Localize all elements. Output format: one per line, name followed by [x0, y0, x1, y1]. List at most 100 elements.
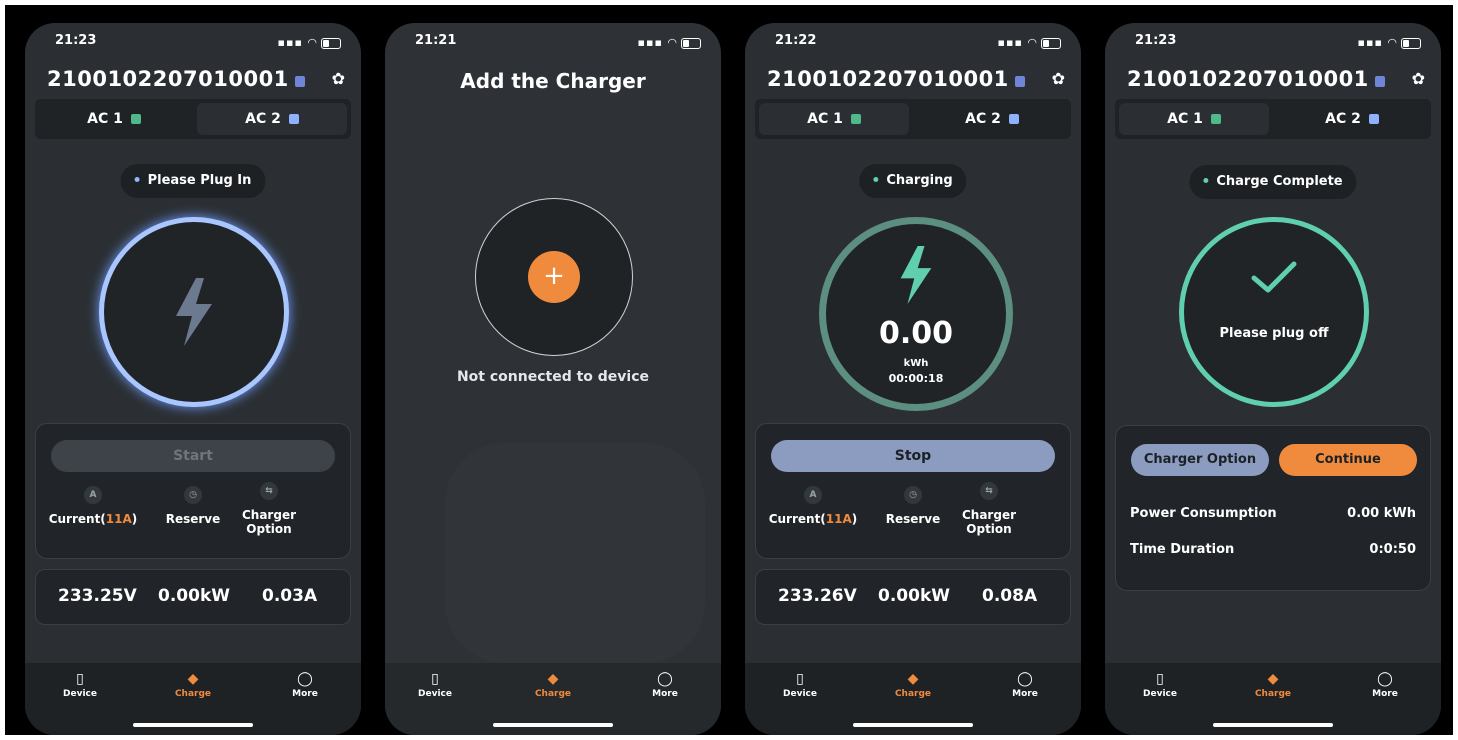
nav-charge[interactable]: ◆ Charge — [513, 669, 593, 699]
nav-device[interactable]: ▯ Device — [760, 669, 840, 699]
home-indicator — [493, 723, 613, 727]
energy-value: 0.00 — [878, 316, 954, 351]
nav-device-label: Device — [1143, 689, 1177, 699]
bottom-tab-bar: ▯ Device ◆ Charge ◯ More — [25, 663, 361, 735]
summary-panel: Charger Option Continue Power Consumptio… — [1115, 425, 1431, 591]
phone-screen-plug-in: 21:23 ▪▪▪ ◠ 2100102207010001 ✿ AC 1 AC 2… — [25, 23, 361, 735]
nav-device[interactable]: ▯ Device — [1120, 669, 1200, 699]
nav-device-label: Device — [783, 689, 817, 699]
reserve-option[interactable]: ◷ Reserve — [878, 486, 948, 526]
tab-ac2[interactable]: AC 2 — [917, 103, 1067, 135]
page-title: Add the Charger — [460, 69, 646, 93]
stop-button[interactable]: Stop — [771, 440, 1055, 472]
status-bar: 21:22 ▪▪▪ ◠ — [745, 33, 1081, 53]
status-text: Charging — [886, 173, 953, 188]
clock-icon: ◷ — [184, 486, 202, 504]
device-icon: ▯ — [431, 671, 439, 687]
tab-ac2-label: AC 2 — [965, 111, 1001, 127]
background-image — [445, 443, 705, 663]
phone-screen-charging: 21:22 ▪▪▪ ◠ 2100102207010001 ✿ AC 1 AC 2… — [745, 23, 1081, 735]
status-time: 21:23 — [1135, 33, 1177, 48]
nav-charge[interactable]: ◆ Charge — [1233, 669, 1313, 699]
tab-ac2-label: AC 2 — [245, 111, 281, 127]
tab-ac1[interactable]: AC 1 — [759, 103, 909, 135]
current-option[interactable]: A Current(11A) — [48, 486, 138, 526]
home-indicator — [133, 723, 253, 727]
connector-tabs: AC 1 AC 2 — [1115, 99, 1431, 139]
power-consumption-value: 0.00 kWh — [1347, 506, 1416, 521]
bottom-tab-bar: ▯ Device ◆ Charge ◯ More — [745, 663, 1081, 735]
nav-device[interactable]: ▯ Device — [395, 669, 475, 699]
home-indicator — [853, 723, 973, 727]
swap-icon: ⇆ — [980, 482, 998, 500]
tab-ac2[interactable]: AC 2 — [1277, 103, 1427, 135]
signal-wifi-battery-icon: ▪▪▪ ◠ — [638, 36, 701, 49]
status-bar: 21:23 ▪▪▪ ◠ — [25, 33, 361, 53]
nav-charge[interactable]: ◆ Charge — [153, 669, 233, 699]
charger-option-button[interactable]: Charger Option — [1131, 444, 1269, 476]
bluetooth-icon — [1014, 76, 1025, 87]
start-button[interactable]: Start — [51, 440, 335, 472]
not-connected-message: Not connected to device — [456, 369, 650, 385]
connector-status-icon — [1210, 114, 1221, 124]
charger-option-label: Charger Option — [241, 508, 296, 536]
bluetooth-icon — [294, 76, 305, 87]
status-time: 21:23 — [55, 33, 97, 48]
tab-ac1[interactable]: AC 1 — [1119, 103, 1269, 135]
nav-device[interactable]: ▯ Device — [40, 669, 120, 699]
current-label: Current( — [768, 512, 826, 526]
nav-more[interactable]: ◯ More — [265, 669, 345, 699]
charge-ring: Please plug off — [1179, 217, 1369, 407]
current-option[interactable]: A Current(11A) — [768, 486, 858, 526]
nav-more-label: More — [292, 689, 318, 699]
clock-icon: ◷ — [904, 486, 922, 504]
nav-charge[interactable]: ◆ Charge — [873, 669, 953, 699]
status-dot — [1203, 178, 1209, 183]
nav-more[interactable]: ◯ More — [625, 669, 705, 699]
reserve-option[interactable]: ◷ Reserve — [158, 486, 228, 526]
control-panel: Start A Current(11A) ◷ Reserve ⇆ Charger… — [35, 423, 351, 559]
power-consumption-row: Power Consumption 0.00 kWh — [1130, 506, 1416, 521]
add-device-circle[interactable]: + — [475, 198, 633, 356]
signal-wifi-battery-icon: ▪▪▪ ◠ — [278, 36, 341, 49]
device-id-title: 2100102207010001 — [47, 67, 289, 91]
add-button[interactable]: + — [528, 251, 580, 303]
charger-option[interactable]: ⇆ Charger Option — [959, 482, 1019, 536]
continue-button[interactable]: Continue — [1279, 444, 1417, 476]
device-icon: ▯ — [796, 671, 804, 687]
status-text: Charge Complete — [1216, 174, 1343, 189]
nav-more[interactable]: ◯ More — [985, 669, 1065, 699]
time-duration-row: Time Duration 0:0:50 — [1130, 542, 1416, 557]
user-icon: ◯ — [297, 671, 313, 687]
reserve-label: Reserve — [885, 512, 941, 526]
charge-icon: ◆ — [547, 671, 559, 687]
gear-icon[interactable]: ✿ — [332, 69, 345, 88]
device-header: 2100102207010001 ✿ — [1127, 67, 1427, 97]
tab-ac1[interactable]: AC 1 — [39, 103, 189, 135]
gear-icon[interactable]: ✿ — [1412, 69, 1425, 88]
current-value: 11A — [105, 512, 132, 526]
charge-icon: ◆ — [1267, 671, 1279, 687]
device-header: 2100102207010001 ✿ — [767, 67, 1067, 97]
connector-status-icon — [288, 114, 299, 124]
current-icon: A — [804, 486, 822, 504]
charger-option[interactable]: ⇆ Charger Option — [239, 482, 299, 536]
connector-status-icon — [850, 114, 861, 124]
nav-charge-label: Charge — [1254, 689, 1292, 699]
reserve-label: Reserve — [165, 512, 221, 526]
signal-wifi-battery-icon: ▪▪▪ ◠ — [998, 36, 1061, 49]
energy-unit: kWh — [903, 358, 929, 369]
current-value: 11A — [825, 512, 852, 526]
nav-charge-label: Charge — [894, 689, 932, 699]
device-icon: ▯ — [1156, 671, 1164, 687]
user-icon: ◯ — [1017, 671, 1033, 687]
connector-tabs: AC 1 AC 2 — [35, 99, 351, 139]
canvas: 21:23 ▪▪▪ ◠ 2100102207010001 ✿ AC 1 AC 2… — [0, 0, 1458, 740]
bolt-icon — [176, 278, 212, 346]
gear-icon[interactable]: ✿ — [1052, 69, 1065, 88]
amps-value: 0.08A — [982, 586, 1038, 606]
plug-off-message: Please plug off — [1219, 326, 1329, 341]
power-consumption-label: Power Consumption — [1130, 506, 1277, 521]
nav-more[interactable]: ◯ More — [1345, 669, 1425, 699]
tab-ac2[interactable]: AC 2 — [197, 103, 347, 135]
